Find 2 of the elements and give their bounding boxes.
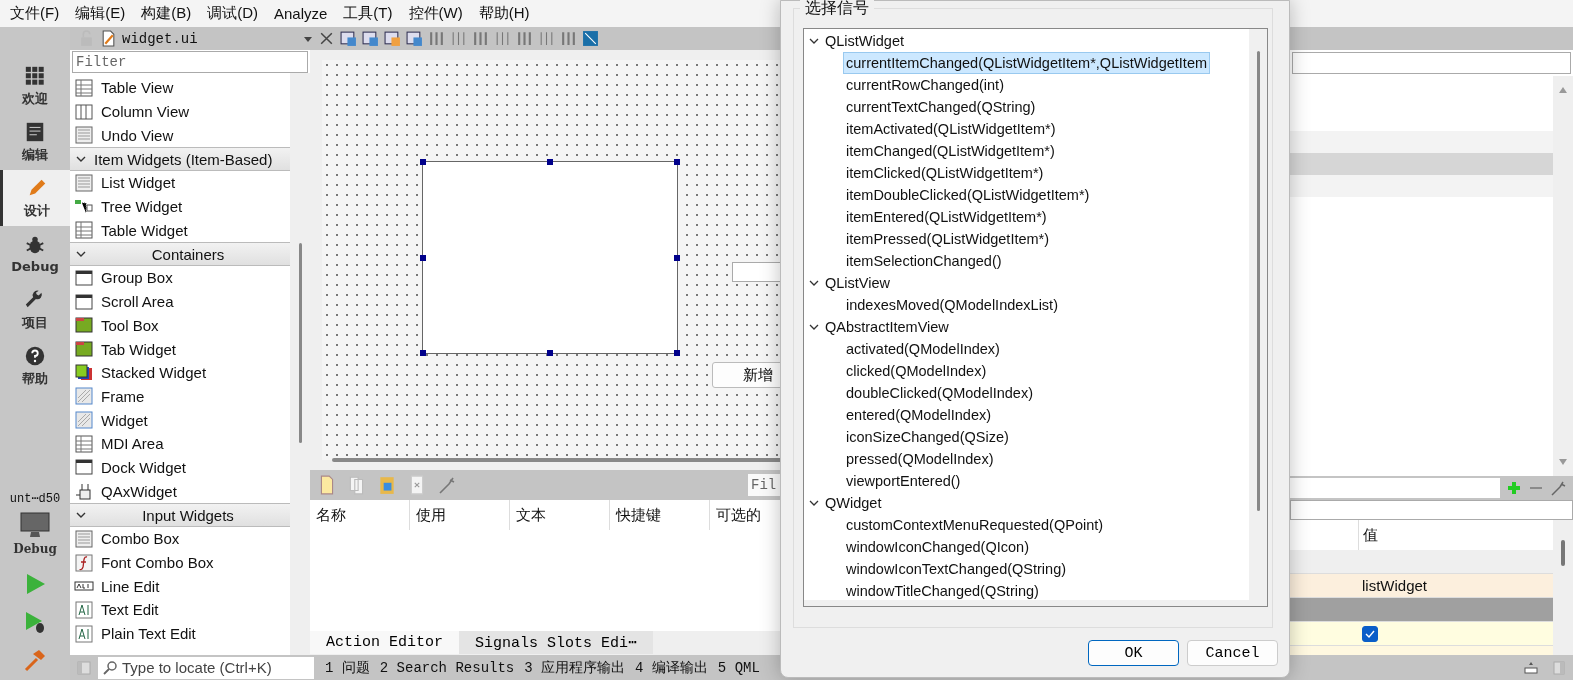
group-title: 选择信号 — [800, 0, 874, 16]
kit-name: unt⋯d50 — [9, 491, 61, 506]
